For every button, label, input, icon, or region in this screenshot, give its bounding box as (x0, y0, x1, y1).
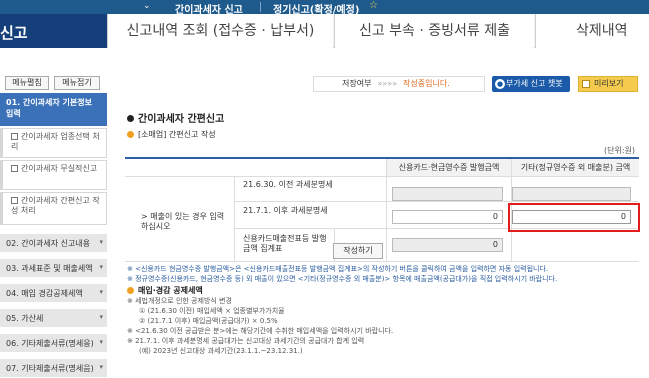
chat-icon: ● (495, 79, 505, 89)
checkbox-icon (11, 165, 18, 172)
sub-row-card-summary: 신용카드매출전표등 발행금액 집계표 (235, 229, 335, 262)
chevron-down-icon: ▾ (99, 238, 103, 246)
menu-collapse-button[interactable]: 메뉴접기 (54, 76, 100, 90)
note-line: (예) 2023년 신고대상 과세기간(23.1.1.~23.12.31.) (139, 347, 303, 355)
checkbox-icon (11, 197, 18, 204)
note-line: ※ 정규영수증(신용카드, 현금영수증 등) 외 매출이 있으면 <기타(정규영… (127, 275, 558, 283)
note-line: ※ 21.7.1. 이후 과세분명세 공급대가는 신고대상 과세기간의 공급대가… (127, 337, 365, 345)
chevron-down-icon[interactable]: ⌄ (143, 1, 151, 11)
sidebar-sub-no-record[interactable]: 간이과세자 무실적신고 (0, 160, 107, 190)
column-header-other: 기타(정규영수증 외 매출분) 금액 (512, 159, 639, 177)
save-status-arrows: »»»» (377, 79, 398, 88)
chevron-down-icon: ▾ (99, 263, 103, 271)
star-icon[interactable]: ☆ (369, 0, 378, 11)
tab-report[interactable]: 신고 (0, 14, 107, 48)
chevron-down-icon: ▾ (99, 288, 103, 296)
sidebar-item-basic-info[interactable]: 01. 간이과세자 기본정보 입력 (0, 93, 107, 126)
checkbox-icon (11, 133, 18, 140)
chatbot-guide-button[interactable]: ● 부가세 신고 챗봇 (492, 76, 570, 92)
tab-attachments[interactable]: 신고 부속 · 증빙서류 제출 (334, 14, 534, 48)
note-line: ② (21.7.1 이후) 매입금액(공급대가) × 0.5% (139, 317, 278, 325)
sidebar-item-report-content[interactable]: 02. 간이과세자 신고내용 ▾ (0, 234, 107, 253)
card-amount-before-input (392, 187, 503, 201)
chevron-down-icon: ▾ (99, 363, 103, 371)
chevron-down-icon: ▾ (99, 338, 103, 346)
notes-area: ※ <신용카드 현금영수증 발행금액>은 <신용카드매출전표등 발행금액 집계표… (127, 264, 637, 356)
table-corner (125, 159, 387, 177)
save-status-value: 작성중입니다. (403, 79, 450, 88)
sidebar-item-tax-base[interactable]: 03. 과세표준 및 매출세액 ▾ (0, 259, 107, 278)
other-amount-before-input (512, 187, 631, 201)
tab-report-history[interactable]: 신고내역 조회 (접수증 · 납부서) (107, 14, 333, 48)
unit-label: (단위:원) (604, 146, 636, 155)
sidebar-item-other-docs[interactable]: 06. 기타제출서류(명세응) ▾ (0, 334, 107, 353)
document-icon (582, 80, 590, 88)
sidebar-sub-business-type[interactable]: 간이과세자 업종선택 처리 (0, 128, 107, 158)
save-status-label: 저장여부 (342, 79, 372, 88)
bullet-icon (127, 131, 134, 138)
note-line: ※ <신용카드 현금영수증 발행금액>은 <신용카드매출전표등 발행금액 집계표… (127, 265, 549, 273)
sub-row-after: 21.7.1. 이후 과세분명세 (235, 202, 387, 229)
sub-row-before: 21.6.30. 이전 과세분명세 (235, 177, 387, 202)
sidebar-sub-simple-report[interactable]: 간이과세자 간편신고 작성 처리 (0, 192, 107, 225)
save-status-bar: 저장여부 »»»» 작성중입니다. (313, 76, 485, 92)
note-line: ※ <21.6.30 이전 공급받은 분>에는 해당기간에 수취한 매입세액을 … (127, 327, 394, 335)
note-line: ※ 세법개정으로 인한 공제방식 변경 (127, 297, 232, 305)
sidebar-item-other-docs-2[interactable]: 07. 기타제출서류(명세음) ▾ (0, 359, 107, 378)
bullet-icon (127, 287, 134, 294)
section-subtitle: [소매업] 간편신고 작성 (127, 129, 216, 140)
row-label-sales: > 매출이 있는 경우 입력하십시오 (125, 177, 235, 262)
preview-button[interactable]: 미리보기 (578, 76, 638, 92)
tab-deleted[interactable]: 삭제내역 (535, 14, 649, 48)
sidebar-item-penalty[interactable]: 05. 가산세 ▾ (0, 309, 107, 328)
sidebar-item-deduction[interactable]: 04. 매입 경감공제세액 ▾ (0, 284, 107, 303)
card-summary-amount-input: 0 (392, 238, 503, 252)
note-line: ① (21.6.30 이전) 매입세액 × 업종별부가가치율 (139, 307, 285, 315)
highlight-box (508, 203, 640, 232)
divider (260, 2, 261, 12)
deduction-section-title: 매입·경감 공제세액 (127, 286, 637, 296)
bullet-icon (127, 115, 134, 122)
chevron-down-icon: ▾ (99, 313, 103, 321)
top-bar: ⌄ 간이과세자 신고 정기신고(확정/예정) ☆ (0, 0, 649, 16)
write-card-summary-button[interactable]: 작성하기 (333, 243, 383, 259)
column-header-card: 신용카드·현금영수증 발행금액 (387, 159, 512, 177)
tab-row: 신고 신고내역 조회 (접수증 · 납부서) 신고 부속 · 증빙서류 제출 삭… (0, 14, 649, 48)
card-amount-after-input[interactable]: 0 (392, 210, 503, 224)
menu-expand-button[interactable]: 메뉴펼침 (5, 76, 49, 90)
section-title: 간이과세자 간편신고 (127, 110, 224, 125)
